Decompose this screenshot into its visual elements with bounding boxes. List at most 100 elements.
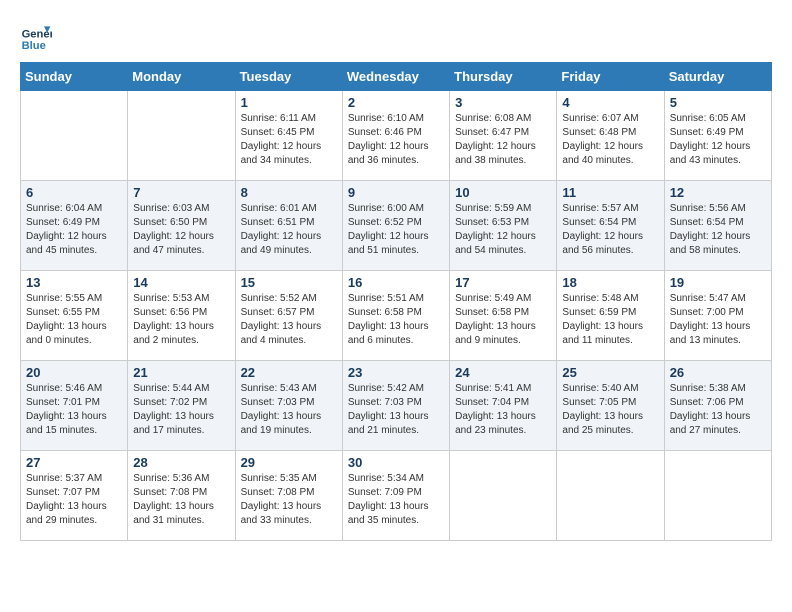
day-info: Sunrise: 5:38 AM Sunset: 7:06 PM Dayligh…: [670, 382, 766, 438]
day-number: 23: [348, 365, 444, 380]
day-number: 30: [348, 455, 444, 470]
calendar-week-row: 13Sunrise: 5:55 AM Sunset: 6:55 PM Dayli…: [21, 271, 772, 361]
day-info: Sunrise: 5:36 AM Sunset: 7:08 PM Dayligh…: [133, 472, 229, 528]
calendar-body: 1 Sunrise: 6:11 AM Sunset: 6:45 PM Daylig…: [21, 91, 772, 541]
logo: General Blue: [20, 20, 56, 52]
day-info: Sunrise: 5:52 AM Sunset: 6:57 PM Dayligh…: [241, 292, 337, 348]
day-number: 24: [455, 365, 551, 380]
day-number: 8: [241, 185, 337, 200]
calendar-cell: 20Sunrise: 5:46 AM Sunset: 7:01 PM Dayli…: [21, 361, 128, 451]
calendar-week-row: 27 Sunrise: 5:37 AM Sunset: 7:07 PM Dayli…: [21, 451, 772, 541]
day-number: 4: [562, 95, 658, 110]
day-number: 5: [670, 95, 766, 110]
day-number: 7: [133, 185, 229, 200]
calendar-cell: 15 Sunrise: 5:52 AM Sunset: 6:57 PM Dayli…: [235, 271, 342, 361]
calendar-header-row: SundayMondayTuesdayWednesdayThursdayFrid…: [21, 63, 772, 91]
day-number: 29: [241, 455, 337, 470]
calendar-cell: 3 Sunrise: 6:08 AM Sunset: 6:47 PM Daylig…: [450, 91, 557, 181]
day-number: 3: [455, 95, 551, 110]
day-number: 10: [455, 185, 551, 200]
day-info: Sunrise: 6:05 AM Sunset: 6:49 PM Dayligh…: [670, 112, 766, 168]
calendar-week-row: 20Sunrise: 5:46 AM Sunset: 7:01 PM Dayli…: [21, 361, 772, 451]
day-info: Sunrise: 5:43 AM Sunset: 7:03 PM Dayligh…: [241, 382, 337, 438]
calendar-week-row: 1 Sunrise: 6:11 AM Sunset: 6:45 PM Daylig…: [21, 91, 772, 181]
day-info: Sunrise: 5:44 AM Sunset: 7:02 PM Dayligh…: [133, 382, 229, 438]
calendar-cell: 19Sunrise: 5:47 AM Sunset: 7:00 PM Dayli…: [664, 271, 771, 361]
day-number: 17: [455, 275, 551, 290]
calendar-cell: [557, 451, 664, 541]
day-info: Sunrise: 5:34 AM Sunset: 7:09 PM Dayligh…: [348, 472, 444, 528]
day-info: Sunrise: 6:11 AM Sunset: 6:45 PM Dayligh…: [241, 112, 337, 168]
calendar-cell: 9 Sunrise: 6:00 AM Sunset: 6:52 PM Daylig…: [342, 181, 449, 271]
calendar-cell: 2 Sunrise: 6:10 AM Sunset: 6:46 PM Daylig…: [342, 91, 449, 181]
day-info: Sunrise: 5:47 AM Sunset: 7:00 PM Dayligh…: [670, 292, 766, 348]
day-number: 21: [133, 365, 229, 380]
day-number: 16: [348, 275, 444, 290]
day-info: Sunrise: 5:40 AM Sunset: 7:05 PM Dayligh…: [562, 382, 658, 438]
calendar-cell: 25 Sunrise: 5:40 AM Sunset: 7:05 PM Dayli…: [557, 361, 664, 451]
day-number: 9: [348, 185, 444, 200]
day-number: 14: [133, 275, 229, 290]
day-number: 18: [562, 275, 658, 290]
calendar-cell: 14Sunrise: 5:53 AM Sunset: 6:56 PM Dayli…: [128, 271, 235, 361]
day-number: 1: [241, 95, 337, 110]
day-info: Sunrise: 5:48 AM Sunset: 6:59 PM Dayligh…: [562, 292, 658, 348]
calendar-cell: 30 Sunrise: 5:34 AM Sunset: 7:09 PM Dayli…: [342, 451, 449, 541]
day-info: Sunrise: 5:42 AM Sunset: 7:03 PM Dayligh…: [348, 382, 444, 438]
calendar-cell: [664, 451, 771, 541]
page-header: General Blue: [20, 20, 772, 52]
calendar-cell: 27 Sunrise: 5:37 AM Sunset: 7:07 PM Dayli…: [21, 451, 128, 541]
day-info: Sunrise: 5:51 AM Sunset: 6:58 PM Dayligh…: [348, 292, 444, 348]
svg-text:Blue: Blue: [22, 40, 46, 52]
day-info: Sunrise: 6:07 AM Sunset: 6:48 PM Dayligh…: [562, 112, 658, 168]
calendar-cell: 18 Sunrise: 5:48 AM Sunset: 6:59 PM Dayli…: [557, 271, 664, 361]
day-number: 13: [26, 275, 122, 290]
calendar-cell: 28 Sunrise: 5:36 AM Sunset: 7:08 PM Dayli…: [128, 451, 235, 541]
day-info: Sunrise: 6:01 AM Sunset: 6:51 PM Dayligh…: [241, 202, 337, 258]
day-number: 2: [348, 95, 444, 110]
calendar-week-row: 6Sunrise: 6:04 AM Sunset: 6:49 PM Daylig…: [21, 181, 772, 271]
calendar-cell: 12Sunrise: 5:56 AM Sunset: 6:54 PM Dayli…: [664, 181, 771, 271]
weekday-header: Tuesday: [235, 63, 342, 91]
day-info: Sunrise: 5:46 AM Sunset: 7:01 PM Dayligh…: [26, 382, 122, 438]
calendar-cell: 8 Sunrise: 6:01 AM Sunset: 6:51 PM Daylig…: [235, 181, 342, 271]
weekday-header: Wednesday: [342, 63, 449, 91]
day-info: Sunrise: 6:08 AM Sunset: 6:47 PM Dayligh…: [455, 112, 551, 168]
day-number: 28: [133, 455, 229, 470]
day-info: Sunrise: 6:10 AM Sunset: 6:46 PM Dayligh…: [348, 112, 444, 168]
day-number: 22: [241, 365, 337, 380]
calendar-cell: 6Sunrise: 6:04 AM Sunset: 6:49 PM Daylig…: [21, 181, 128, 271]
day-info: Sunrise: 5:41 AM Sunset: 7:04 PM Dayligh…: [455, 382, 551, 438]
weekday-header: Monday: [128, 63, 235, 91]
day-number: 11: [562, 185, 658, 200]
day-info: Sunrise: 6:00 AM Sunset: 6:52 PM Dayligh…: [348, 202, 444, 258]
calendar-cell: 17 Sunrise: 5:49 AM Sunset: 6:58 PM Dayli…: [450, 271, 557, 361]
weekday-header: Thursday: [450, 63, 557, 91]
day-info: Sunrise: 5:57 AM Sunset: 6:54 PM Dayligh…: [562, 202, 658, 258]
calendar-cell: 16 Sunrise: 5:51 AM Sunset: 6:58 PM Dayli…: [342, 271, 449, 361]
calendar-cell: [21, 91, 128, 181]
day-info: Sunrise: 5:49 AM Sunset: 6:58 PM Dayligh…: [455, 292, 551, 348]
weekday-header: Saturday: [664, 63, 771, 91]
day-info: Sunrise: 5:56 AM Sunset: 6:54 PM Dayligh…: [670, 202, 766, 258]
calendar-cell: 4 Sunrise: 6:07 AM Sunset: 6:48 PM Daylig…: [557, 91, 664, 181]
calendar-cell: 29 Sunrise: 5:35 AM Sunset: 7:08 PM Dayli…: [235, 451, 342, 541]
calendar-cell: 11 Sunrise: 5:57 AM Sunset: 6:54 PM Dayli…: [557, 181, 664, 271]
calendar-cell: 10 Sunrise: 5:59 AM Sunset: 6:53 PM Dayli…: [450, 181, 557, 271]
day-number: 15: [241, 275, 337, 290]
calendar-cell: 1 Sunrise: 6:11 AM Sunset: 6:45 PM Daylig…: [235, 91, 342, 181]
calendar-cell: [450, 451, 557, 541]
day-info: Sunrise: 6:03 AM Sunset: 6:50 PM Dayligh…: [133, 202, 229, 258]
day-number: 25: [562, 365, 658, 380]
day-number: 27: [26, 455, 122, 470]
day-info: Sunrise: 6:04 AM Sunset: 6:49 PM Dayligh…: [26, 202, 122, 258]
day-info: Sunrise: 5:35 AM Sunset: 7:08 PM Dayligh…: [241, 472, 337, 528]
day-number: 26: [670, 365, 766, 380]
logo-icon: General Blue: [20, 20, 52, 52]
calendar-cell: 23 Sunrise: 5:42 AM Sunset: 7:03 PM Dayli…: [342, 361, 449, 451]
day-info: Sunrise: 5:37 AM Sunset: 7:07 PM Dayligh…: [26, 472, 122, 528]
calendar-cell: 5 Sunrise: 6:05 AM Sunset: 6:49 PM Daylig…: [664, 91, 771, 181]
weekday-header: Sunday: [21, 63, 128, 91]
day-info: Sunrise: 5:59 AM Sunset: 6:53 PM Dayligh…: [455, 202, 551, 258]
weekday-header: Friday: [557, 63, 664, 91]
